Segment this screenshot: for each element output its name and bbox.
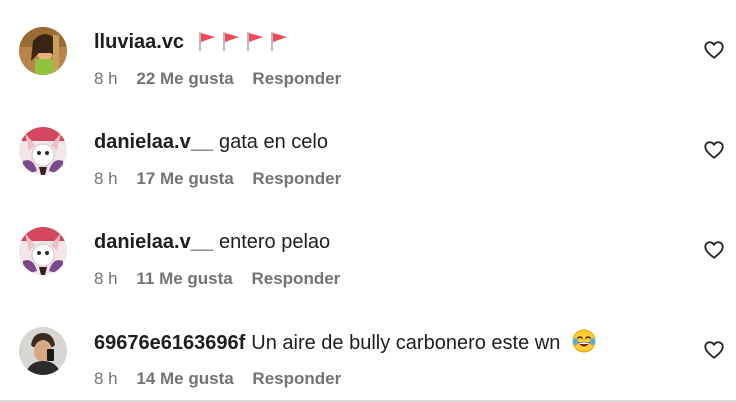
comment-username[interactable]: danielaa.v__	[94, 231, 213, 253]
comment-meta: 8 h 11 Me gusta Responder	[94, 268, 340, 290]
red-flag-icon	[222, 32, 239, 51]
red-flag-icon	[246, 32, 263, 51]
avatar[interactable]	[19, 127, 67, 175]
reply-button[interactable]: Responder	[252, 169, 341, 188]
like-count[interactable]: 17 Me gusta	[136, 169, 233, 188]
reply-button[interactable]: Responder	[252, 69, 341, 88]
comment-line: danielaa.v__ gata en celo	[94, 129, 328, 155]
reply-button[interactable]: Responder	[252, 369, 341, 388]
comment-time[interactable]: 8 h	[94, 369, 118, 388]
comment-line: 69676e6163696f Un aire de bully carbonero…	[94, 329, 596, 355]
face-with-tears-of-joy-icon	[572, 329, 596, 353]
comment-item: danielaa.v__ entero pelao 8 h 11 Me gusta…	[0, 200, 736, 300]
heart-icon[interactable]	[703, 39, 725, 61]
like-count[interactable]: 22 Me gusta	[136, 69, 233, 88]
avatar[interactable]	[19, 227, 67, 275]
red-flag-icon	[198, 32, 215, 51]
comment-username[interactable]: lluviaa.vc	[94, 31, 184, 53]
comment-meta: 8 h 14 Me gusta Responder	[94, 368, 341, 390]
comment-time[interactable]: 8 h	[94, 69, 118, 88]
comment-username[interactable]: 69676e6163696f	[94, 332, 245, 354]
red-flag-icon-group	[198, 31, 294, 58]
like-count[interactable]: 14 Me gusta	[136, 369, 233, 388]
red-flag-icon	[270, 32, 287, 51]
comment-line: danielaa.v__ entero pelao	[94, 229, 330, 255]
comment-meta: 8 h 22 Me gusta Responder	[94, 68, 341, 90]
comment-line: lluviaa.vc	[94, 29, 294, 55]
avatar[interactable]	[19, 27, 67, 75]
comment-item: lluviaa.vc 8 h 22 Me gusta Responder	[0, 0, 736, 100]
avatar[interactable]	[19, 327, 67, 375]
comment-item: danielaa.v__ gata en celo 8 h 17 Me gusta…	[0, 100, 736, 200]
comment-text: entero pelao	[218, 231, 331, 253]
comment-username[interactable]: danielaa.v__	[94, 131, 213, 153]
like-count[interactable]: 11 Me gusta	[136, 269, 232, 288]
heart-icon[interactable]	[703, 339, 725, 361]
comment-time[interactable]: 8 h	[94, 169, 118, 188]
comment-text: Un aire de bully carbonero este wn	[251, 332, 561, 354]
comment-time[interactable]: 8 h	[94, 269, 118, 288]
comment-meta: 8 h 17 Me gusta Responder	[94, 168, 341, 190]
heart-icon[interactable]	[703, 139, 725, 161]
comment-item: 69676e6163696f Un aire de bully carbonero…	[0, 300, 736, 400]
reply-button[interactable]: Responder	[251, 269, 340, 288]
comment-text: gata en celo	[218, 131, 328, 153]
heart-icon[interactable]	[703, 239, 725, 261]
